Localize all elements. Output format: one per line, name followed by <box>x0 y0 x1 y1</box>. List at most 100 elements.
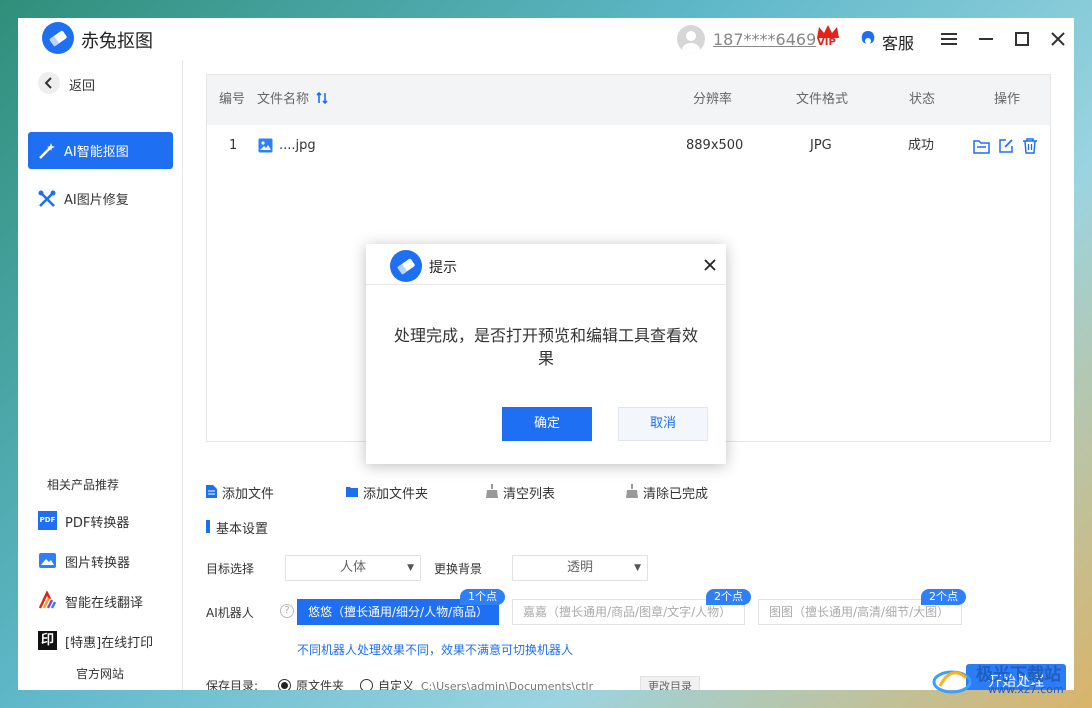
target-label: 目标选择 <box>206 562 255 576</box>
sidebar-item-ai-repair[interactable]: AI图片修复 <box>28 180 173 217</box>
table-header: 编号 文件名称 分辨率 文件格式 状态 操作 <box>207 75 1050 125</box>
recommend-title: 相关产品推荐 <box>47 478 120 492</box>
row-format: JPG <box>810 138 832 153</box>
robot-label: 图图（擅长通用/高清/细节/大图） <box>769 605 950 619</box>
product-label: 图片转换器 <box>65 556 131 571</box>
clear-list-label: 清空列表 <box>503 487 556 502</box>
target-select[interactable]: 人体 ▼ <box>285 555 421 581</box>
cancel-button[interactable]: 取消 <box>618 407 708 441</box>
caret-down-icon: ▼ <box>407 563 414 573</box>
file-icon <box>206 485 217 498</box>
sort-icon[interactable] <box>316 91 328 108</box>
bg-value: 透明 <box>566 560 593 575</box>
product-label: 智能在线翻译 <box>65 596 144 611</box>
clear-done-label: 清除已完成 <box>643 487 709 502</box>
dialog-close-icon[interactable] <box>704 259 716 275</box>
edit-icon[interactable] <box>998 138 1014 158</box>
col-filename-label: 文件名称 <box>257 92 310 107</box>
product-label: [特惠]在线打印 <box>65 636 154 651</box>
back-button[interactable]: 返回 <box>69 75 95 94</box>
table-row[interactable]: 1 ....jpg 889x500 JPG 成功 <box>207 125 1050 167</box>
title-bar: 赤兔抠图 187****6469 VIP 客服 <box>18 18 1074 60</box>
folder-icon <box>346 487 358 497</box>
ok-button[interactable]: 确定 <box>502 407 592 441</box>
delete-icon[interactable] <box>1022 138 1038 158</box>
magic-wand-icon <box>38 142 56 164</box>
vip-label: VIP <box>817 37 836 48</box>
bg-label: 更换背景 <box>434 562 483 576</box>
image-file-icon <box>258 138 273 157</box>
product-pdf[interactable]: PDF PDF转换器 <box>38 508 168 534</box>
hamburger-icon[interactable] <box>941 32 957 50</box>
prompt-dialog: 提示 处理完成，是否打开预览和编辑工具查看效果 确定 取消 <box>366 244 726 464</box>
caret-down-icon: ▼ <box>634 563 641 573</box>
maximize-icon[interactable] <box>1015 32 1029 50</box>
tools-icon <box>38 190 56 212</box>
radio-original-folder[interactable] <box>278 679 291 690</box>
product-image-convert[interactable]: 图片转换器 <box>38 548 168 574</box>
back-arrow-icon[interactable] <box>38 72 60 94</box>
points-badge: 2个点 <box>921 589 966 605</box>
translate-icon <box>38 590 57 614</box>
row-filename: ....jpg <box>279 138 316 153</box>
save-path-field[interactable]: C:\Users\admin\Documents\ctlr <box>421 677 633 690</box>
save-label: 保存目录: <box>206 679 259 690</box>
service-button[interactable]: 客服 <box>882 30 914 54</box>
vip-crown-icon[interactable]: VIP <box>815 24 841 52</box>
add-file-label: 添加文件 <box>222 487 275 502</box>
row-resolution: 889x500 <box>686 138 744 153</box>
dialog-title: 提示 <box>429 260 457 276</box>
background-select[interactable]: 透明 ▼ <box>512 555 648 581</box>
sidebar-item-label: AI图片修复 <box>64 193 129 208</box>
broom-icon <box>626 484 638 498</box>
points-badge: 1个点 <box>460 589 505 605</box>
change-dir-button[interactable]: 更改目录 <box>640 676 700 690</box>
section-title: 基本设置 <box>216 522 269 537</box>
target-value: 人体 <box>339 560 366 575</box>
col-resolution: 分辨率 <box>693 92 733 107</box>
col-actions: 操作 <box>994 92 1021 107</box>
official-website-link[interactable]: 官方网站 <box>76 665 124 682</box>
pdf-icon: PDF <box>38 511 57 530</box>
broom-icon <box>486 484 498 498</box>
dialog-message: 处理完成，是否打开预览和编辑工具查看效果 <box>393 326 698 368</box>
user-phone-link[interactable]: 187****6469 <box>713 30 816 49</box>
sidebar-item-ai-cutout[interactable]: AI智能抠图 <box>28 132 173 169</box>
help-icon[interactable]: ? <box>280 604 294 618</box>
headset-icon <box>860 30 876 48</box>
eraser-icon <box>42 22 74 54</box>
robot-label: 嘉嘉（擅长通用/商品/图章/文字/人物） <box>523 605 732 619</box>
radio-original-label: 原文件夹 <box>296 679 345 690</box>
minimize-icon[interactable] <box>979 32 993 50</box>
robot-label: AI机器人 <box>206 606 254 620</box>
sidebar-item-label: AI智能抠图 <box>64 145 129 160</box>
col-status: 状态 <box>909 92 936 107</box>
dialog-logo-icon <box>390 250 422 286</box>
sidebar: 返回 AI智能抠图 AI图片修复 相关产品推荐 PDF PDF转换器 图片转换器 <box>18 60 183 690</box>
product-print[interactable]: 印 [特惠]在线打印 <box>38 628 178 654</box>
row-status: 成功 <box>908 138 935 153</box>
section-marker <box>206 520 210 533</box>
avatar[interactable] <box>677 25 705 53</box>
app-title: 赤兔抠图 <box>81 31 153 52</box>
product-label: PDF转换器 <box>65 516 130 531</box>
row-no: 1 <box>229 138 238 153</box>
robot-hint: 不同机器人处理效果不同，效果不满意可切换机器人 <box>297 643 574 657</box>
watermark-logo: 极光下载站 www.xz7.com <box>932 658 1082 702</box>
radio-custom-label: 自定义 <box>378 679 415 690</box>
radio-custom-folder[interactable] <box>360 679 373 690</box>
col-filename[interactable]: 文件名称 <box>257 75 328 125</box>
points-badge: 2个点 <box>706 589 751 605</box>
product-translate[interactable]: 智能在线翻译 <box>38 588 168 614</box>
open-folder-icon[interactable] <box>973 138 990 158</box>
watermark-url: www.xz7.com <box>988 683 1064 696</box>
robot-label: 悠悠（擅长通用/细分/人物/商品） <box>308 605 489 619</box>
image-convert-icon <box>38 551 57 574</box>
watermark-text: 极光下载站 <box>976 665 1061 685</box>
dialog-divider <box>366 284 726 285</box>
col-format: 文件格式 <box>796 92 849 107</box>
print-icon: 印 <box>38 631 57 650</box>
close-icon[interactable] <box>1051 32 1065 50</box>
add-folder-label: 添加文件夹 <box>363 487 429 502</box>
col-no: 编号 <box>219 92 246 107</box>
